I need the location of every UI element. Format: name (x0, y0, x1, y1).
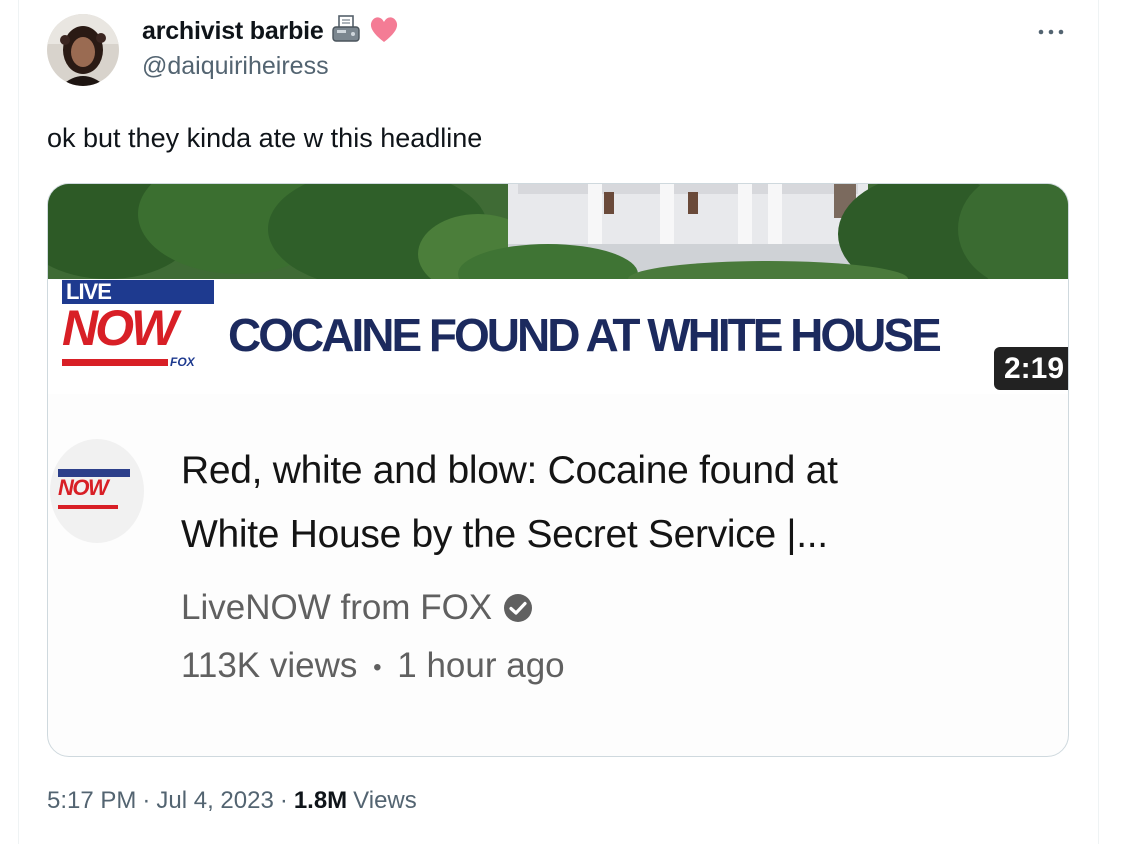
media-card[interactable]: LIVE NOW FOX COCAINE FOUND AT WHITE HOUS… (47, 183, 1069, 757)
timeline-border-left (18, 0, 19, 844)
upload-age: 1 hour ago (397, 646, 565, 685)
author-name-row[interactable]: archivist barbie (142, 14, 400, 48)
logo-now-text: NOW (62, 300, 178, 356)
tweet-views-label: Views (353, 787, 417, 814)
tweet-text: ok but they kinda ate w this headline (47, 123, 483, 153)
channel-avatar[interactable]: NOW (50, 439, 144, 543)
timeline-border-right (1098, 0, 1099, 844)
video-thumbnail[interactable]: LIVE NOW FOX COCAINE FOUND AT WHITE HOUS… (48, 184, 1068, 394)
video-duration: 2:19 (994, 347, 1068, 390)
meta-separator: • (373, 653, 382, 681)
verified-check-icon (502, 592, 534, 624)
logo-fox-text: FOX (170, 355, 195, 369)
more-horizontal-icon[interactable] (1034, 22, 1068, 42)
timestamp-separator: · (279, 787, 288, 814)
channel-avatar-text: NOW (58, 475, 109, 500)
tweet: archivist barbie @daiquiriheiress ok but… (0, 0, 1126, 844)
channel-avatar-red-bar (58, 505, 118, 509)
channel-row[interactable]: LiveNOW from FOX (181, 586, 534, 630)
tweet-timestamp: 5:17 PM · Jul 4, 2023 · 1.8M Views (47, 787, 417, 815)
fax-machine-icon (330, 14, 362, 49)
avatar[interactable] (47, 14, 119, 86)
tweet-views-count: 1.8M (293, 787, 348, 814)
video-title[interactable]: Red, white and blow: Cocaine found at Wh… (181, 439, 1041, 567)
video-meta: 113K views • 1 hour ago (181, 646, 565, 686)
thumbnail-headline: COCAINE FOUND AT WHITE HOUSE (228, 309, 942, 361)
tweet-time[interactable]: 5:17 PM (47, 787, 136, 815)
video-title-line: White House by the Secret Service |... (181, 513, 828, 556)
video-title-line: Red, white and blow: Cocaine found at (181, 449, 838, 492)
tweet-date[interactable]: Jul 4, 2023 (156, 787, 273, 815)
display-name[interactable]: archivist barbie (142, 17, 324, 46)
view-count: 113K views (181, 646, 358, 685)
logo-red-bar (62, 359, 168, 366)
pink-heart-icon (368, 14, 400, 49)
author-handle[interactable]: @daiquiriheiress (142, 52, 329, 81)
timestamp-separator: · (142, 787, 151, 814)
channel-name: LiveNOW from FOX (181, 588, 493, 627)
